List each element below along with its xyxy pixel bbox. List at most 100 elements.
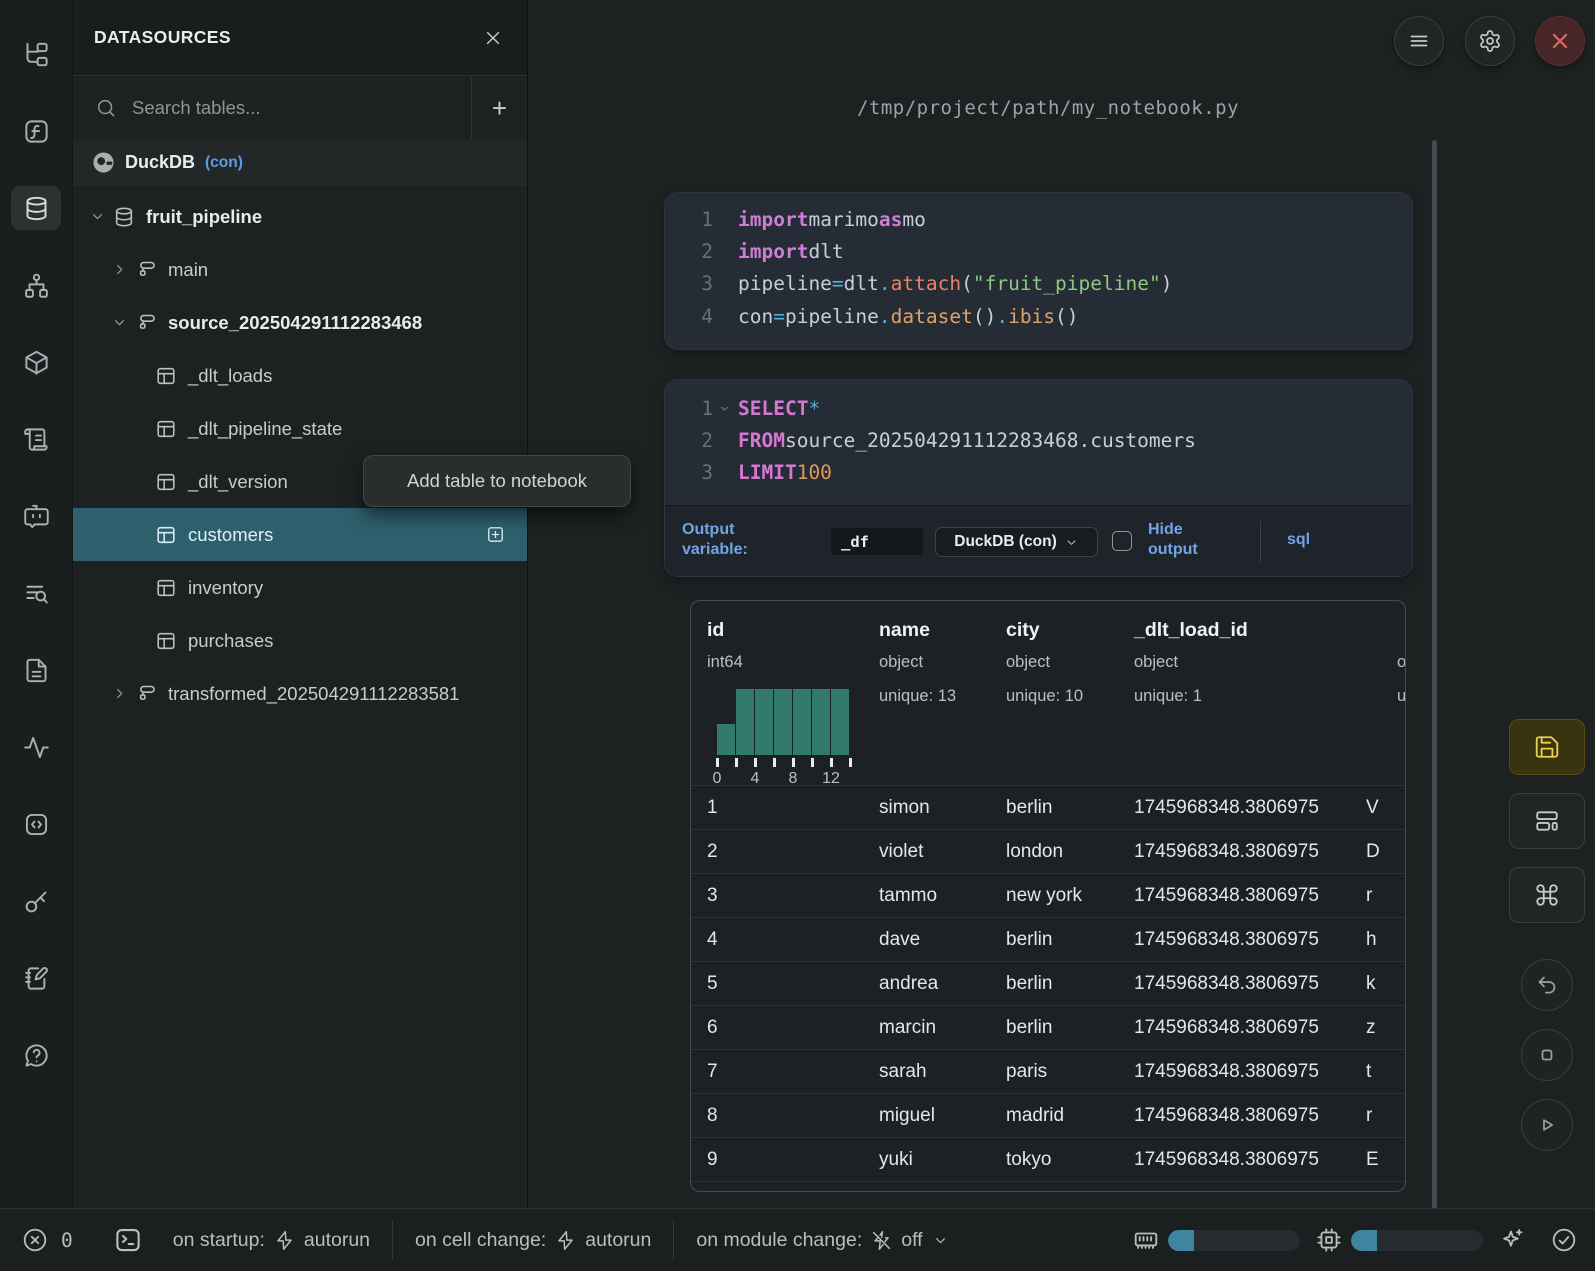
- tree-item-inventory[interactable]: inventory: [73, 561, 527, 614]
- table-row[interactable]: 7sarahparis1745968348.3806975t: [691, 1049, 1405, 1094]
- rail-item-help[interactable]: [11, 1033, 61, 1077]
- code-token: dlt: [808, 240, 843, 263]
- table-icon: [155, 524, 177, 546]
- error-indicator[interactable]: 0: [22, 1227, 73, 1253]
- chevron-down-icon: [932, 1232, 949, 1249]
- database-icon: [113, 206, 135, 228]
- column-type: object: [879, 653, 923, 672]
- rail-item-functions[interactable]: [11, 109, 61, 153]
- tree-item-fruit_pipeline[interactable]: fruit_pipeline: [73, 190, 527, 243]
- table-row[interactable]: 6marcinberlin1745968348.3806975z: [691, 1005, 1405, 1050]
- rail-item-packages[interactable]: [11, 340, 61, 384]
- cell-load-id: 1745968348.3806975: [1134, 841, 1319, 863]
- tree-item-source_202504291112283468[interactable]: source_202504291112283468: [73, 296, 527, 349]
- code-token: LIMIT: [738, 461, 797, 484]
- histogram-tick: [811, 758, 814, 767]
- stop-button[interactable]: [1521, 1029, 1573, 1081]
- terminal-icon[interactable]: [113, 1225, 143, 1255]
- code-token: as: [879, 208, 902, 231]
- rail-item-scratchpad[interactable]: [11, 956, 61, 1000]
- tree-item-_dlt_pipeline_state[interactable]: _dlt_pipeline_state: [73, 402, 527, 455]
- chevron-down-icon[interactable]: [89, 208, 106, 225]
- save-button[interactable]: [1509, 719, 1585, 775]
- chevron-right-icon[interactable]: [111, 261, 128, 278]
- rail-item-documentation[interactable]: [11, 648, 61, 692]
- table-row[interactable]: 3tammonew york1745968348.3806975r: [691, 873, 1405, 918]
- menu-button[interactable]: [1394, 16, 1444, 66]
- hamburger-icon: [1407, 29, 1431, 53]
- statusbar-value: autorun: [585, 1229, 651, 1252]
- rail-item-list-search[interactable]: [11, 571, 61, 615]
- python-cell-editor[interactable]: 1import marimo as mo2import dlt3pipeline…: [665, 193, 1412, 349]
- settings-button[interactable]: [1465, 16, 1515, 66]
- column-header-city[interactable]: city: [1006, 619, 1040, 642]
- cell-name: dave: [879, 929, 920, 951]
- column-header-_dlt_load_id[interactable]: _dlt_load_id: [1134, 619, 1248, 642]
- hide-output-checkbox[interactable]: [1112, 531, 1132, 551]
- statusbar-on-startup-[interactable]: on startup:autorun: [173, 1229, 370, 1252]
- code-token: FROM: [738, 429, 785, 452]
- engine-row-duckdb[interactable]: DuckDB (con): [73, 140, 527, 186]
- close-icon: [1548, 29, 1572, 53]
- layout-button[interactable]: [1509, 793, 1585, 849]
- vertical-scrollbar[interactable]: [1432, 140, 1437, 1240]
- tree-item-purchases[interactable]: purchases: [73, 614, 527, 667]
- command-button[interactable]: [1509, 867, 1585, 923]
- search-input[interactable]: [130, 96, 461, 120]
- statusbar-on-module-change-[interactable]: on module change:off: [696, 1229, 948, 1252]
- rail-item-secrets[interactable]: [11, 879, 61, 923]
- code-token: (): [973, 305, 996, 328]
- close-app-button[interactable]: [1535, 16, 1585, 66]
- sql-cell-editor[interactable]: 1SELECT *2FROM source_202504291112283468…: [665, 380, 1412, 505]
- undo-icon: [1535, 973, 1559, 997]
- code-token: pipeline: [785, 305, 879, 328]
- chevron-right-icon[interactable]: [111, 685, 128, 702]
- column-header-id[interactable]: id: [707, 619, 724, 642]
- rail-item-database[interactable]: [11, 186, 61, 230]
- marimo-window: DATASOURCES + DuckDB (con) fruit_pipelin…: [0, 0, 1595, 1271]
- close-icon[interactable]: [483, 28, 503, 48]
- sparkles-icon[interactable]: [1499, 1227, 1525, 1253]
- rail-item-snippets[interactable]: [11, 802, 61, 846]
- add-datasource-button[interactable]: +: [471, 76, 527, 140]
- chevron-down-icon[interactable]: [111, 314, 128, 331]
- table-row[interactable]: 1simonberlin1745968348.3806975V: [691, 785, 1405, 830]
- table-row[interactable]: 4daveberlin1745968348.3806975h: [691, 917, 1405, 962]
- tree-item-main[interactable]: main: [73, 243, 527, 296]
- check-circle-icon[interactable]: [1551, 1227, 1577, 1253]
- cell-city: berlin: [1006, 929, 1052, 951]
- code-token: =: [832, 272, 844, 295]
- table-row[interactable]: 8miguelmadrid1745968348.3806975r: [691, 1093, 1405, 1138]
- plus-square-icon[interactable]: [486, 525, 505, 544]
- output-variable-input[interactable]: _df: [831, 528, 923, 555]
- code-token: con: [738, 305, 773, 328]
- language-badge[interactable]: sql: [1287, 530, 1327, 550]
- code-token: =: [773, 305, 785, 328]
- statusbar-on-cell-change-[interactable]: on cell change:autorun: [415, 1229, 651, 1252]
- table-icon: [155, 577, 177, 599]
- cell-city: berlin: [1006, 797, 1052, 819]
- chevron-down-icon[interactable]: [718, 402, 731, 415]
- play-button[interactable]: [1521, 1099, 1573, 1151]
- search-row: +: [73, 76, 527, 141]
- cell-name: simon: [879, 797, 930, 819]
- code-token: SELECT: [738, 397, 808, 420]
- engine-select-dropdown[interactable]: DuckDB (con): [935, 527, 1098, 557]
- table-row[interactable]: 9yukitokyo1745968348.3806975E: [691, 1137, 1405, 1182]
- column-header-name[interactable]: name: [879, 619, 930, 642]
- undo-button[interactable]: [1521, 959, 1573, 1011]
- rail-item-logs[interactable]: [11, 417, 61, 461]
- cell-load-id: 1745968348.3806975: [1134, 1149, 1319, 1171]
- code-token: *: [808, 397, 820, 420]
- tree-item-_dlt_loads[interactable]: _dlt_loads: [73, 349, 527, 402]
- tree-item-customers[interactable]: customers: [73, 508, 527, 561]
- table-row[interactable]: 5andreaberlin1745968348.3806975k: [691, 961, 1405, 1006]
- cell-name: miguel: [879, 1105, 935, 1127]
- rail-item-dependencies[interactable]: [11, 263, 61, 307]
- tree-item-transformed_202504291112283581[interactable]: transformed_202504291112283581: [73, 667, 527, 720]
- table-icon: [155, 365, 177, 387]
- table-row[interactable]: 2violetlondon1745968348.3806975D: [691, 829, 1405, 874]
- rail-item-file-tree[interactable]: [11, 32, 61, 76]
- rail-item-activity[interactable]: [11, 725, 61, 769]
- rail-item-chatbot[interactable]: [11, 494, 61, 538]
